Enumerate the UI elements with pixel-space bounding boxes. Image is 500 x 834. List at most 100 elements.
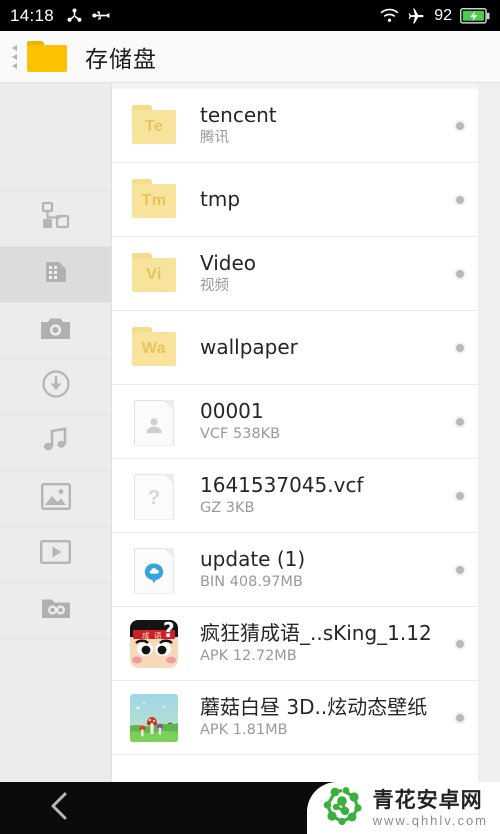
- unknown-file-icon: ?: [130, 472, 178, 520]
- usb-icon: [92, 8, 111, 23]
- back-chevron-icon: [48, 791, 72, 826]
- apk-wallpaper-icon: [130, 693, 178, 742]
- sidebar-item-image[interactable]: [0, 471, 111, 527]
- drawer-collapse-handle[interactable]: [5, 44, 23, 69]
- sidebar-item-sdcard[interactable]: [0, 247, 111, 303]
- molecule-logo-icon: [321, 784, 365, 833]
- sidebar: [0, 83, 112, 782]
- file-meta: 视频: [200, 278, 229, 294]
- cloud-file-icon: [130, 546, 178, 594]
- list-item-texts: update (1) BIN 408.97MB: [200, 547, 446, 592]
- list-item-texts: 蘑菇白昼 3D..炫动态壁纸 APK 1.81MB: [200, 695, 446, 740]
- select-indicator[interactable]: [456, 491, 464, 500]
- file-name: Video: [200, 251, 257, 275]
- camera-icon: [40, 315, 71, 346]
- file-name: 蘑菇白昼 3D..炫动态壁纸: [200, 695, 428, 719]
- question-mark-icon: ?: [147, 487, 161, 509]
- status-right-icons: 92: [380, 7, 490, 25]
- folder-badge: Wa: [141, 339, 167, 357]
- sidebar-item-video[interactable]: [0, 527, 111, 583]
- list-item[interactable]: Wa wallpaper: [112, 311, 478, 385]
- file-name: wallpaper: [200, 334, 298, 359]
- svg-text:?: ?: [163, 620, 175, 642]
- file-meta: VCF 538KB: [200, 426, 281, 442]
- watermark-texts: 青花安卓网 www.qhhlv.com: [372, 787, 488, 828]
- file-meta: APK 12.72MB: [200, 648, 297, 664]
- folder-badge: Tm: [141, 191, 167, 209]
- list-item[interactable]: Te tencent 腾讯: [112, 89, 478, 163]
- back-button[interactable]: [0, 791, 120, 826]
- list-item-texts: wallpaper: [200, 335, 446, 361]
- video-icon: [40, 540, 72, 569]
- sidebar-item-camera[interactable]: [0, 303, 111, 359]
- select-indicator[interactable]: [456, 343, 464, 352]
- select-indicator[interactable]: [456, 417, 464, 426]
- page-title: 存储盘: [85, 46, 157, 73]
- file-name: 00001: [200, 399, 264, 423]
- list-scroll-gutter[interactable]: [478, 83, 500, 782]
- folder-icon: [27, 41, 67, 72]
- svg-text:语: 语: [154, 630, 162, 640]
- battery-percent: 92: [434, 6, 452, 24]
- select-indicator[interactable]: [456, 639, 464, 648]
- download-icon: [41, 369, 71, 404]
- site-url: www.qhhlv.com: [372, 812, 488, 828]
- app-header: 存储盘: [0, 31, 500, 83]
- file-meta: 腾讯: [200, 130, 229, 146]
- wifi-icon: [380, 8, 399, 23]
- sidebar-top-spacer: [0, 83, 111, 191]
- list-item-texts: Video 视频: [200, 251, 446, 296]
- sidebar-item-category[interactable]: [0, 191, 111, 247]
- list-item-texts: tencent 腾讯: [200, 103, 446, 148]
- file-manager-screen: 14:18 92 存储盘 Te tencent 腾讯 Tm tmp Vi Vid…: [0, 0, 500, 834]
- triangle-icon: [11, 53, 17, 60]
- sdcard-icon: [41, 257, 71, 292]
- music-icon: [41, 425, 71, 460]
- list-item[interactable]: update (1) BIN 408.97MB: [112, 533, 478, 607]
- svg-text:成: 成: [142, 630, 150, 640]
- list-item[interactable]: 成 语 ? 疯狂猜成语_..sKing_1.12 APK 12.72MB: [112, 607, 478, 681]
- sidebar-item-music[interactable]: [0, 415, 111, 471]
- list-item-texts: 1641537045.vcf GZ 3KB: [200, 473, 446, 518]
- list-item[interactable]: 蘑菇白昼 3D..炫动态壁纸 APK 1.81MB: [112, 681, 478, 755]
- list-item[interactable]: ? 1641537045.vcf GZ 3KB: [112, 459, 478, 533]
- apk-game-icon: 成 语 ?: [130, 619, 178, 668]
- airplane-mode-icon: [407, 7, 426, 24]
- file-name: update (1): [200, 547, 306, 571]
- list-item-texts: tmp: [200, 187, 446, 213]
- file-meta: GZ 3KB: [200, 500, 255, 516]
- file-name: 疯狂猜成语_..sKing_1.12: [200, 621, 432, 645]
- site-name: 青花安卓网: [372, 787, 483, 812]
- triangle-icon: [11, 44, 17, 51]
- folder-icon: Wa: [130, 324, 178, 372]
- file-name: 1641537045.vcf: [200, 473, 364, 497]
- file-meta: APK 1.81MB: [200, 722, 288, 738]
- select-indicator[interactable]: [456, 121, 464, 130]
- folder-badge: Te: [144, 117, 164, 135]
- list-item[interactable]: Vi Video 视频: [112, 237, 478, 311]
- select-indicator[interactable]: [456, 195, 464, 204]
- archive-folder-icon: [41, 596, 71, 625]
- list-item[interactable]: 00001 VCF 538KB: [112, 385, 478, 459]
- select-indicator[interactable]: [456, 269, 464, 278]
- folder-icon: Te: [130, 102, 178, 150]
- file-name: tencent: [200, 103, 277, 127]
- list-item[interactable]: Tm tmp: [112, 163, 478, 237]
- status-left-icons: [66, 7, 111, 24]
- select-indicator[interactable]: [456, 565, 464, 574]
- site-watermark: 青花安卓网 www.qhhlv.com: [306, 782, 500, 834]
- sidebar-item-download[interactable]: [0, 359, 111, 415]
- folder-icon: Vi: [130, 250, 178, 298]
- navigation-bar: 青花安卓网 www.qhhlv.com: [0, 782, 500, 834]
- file-list: Te tencent 腾讯 Tm tmp Vi Video 视频 Wa wall…: [112, 83, 478, 782]
- list-item-texts: 00001 VCF 538KB: [200, 399, 446, 444]
- folder-badge: Vi: [146, 265, 162, 283]
- bluetooth-share-icon: [66, 7, 83, 24]
- battery-charging-icon: [460, 7, 490, 24]
- file-meta: BIN 408.97MB: [200, 574, 303, 590]
- file-name: tmp: [200, 186, 241, 211]
- list-item-texts: 疯狂猜成语_..sKing_1.12 APK 12.72MB: [200, 621, 446, 666]
- select-indicator[interactable]: [456, 713, 464, 722]
- sidebar-item-archive-folder[interactable]: [0, 583, 111, 639]
- folder-icon: Tm: [130, 176, 178, 224]
